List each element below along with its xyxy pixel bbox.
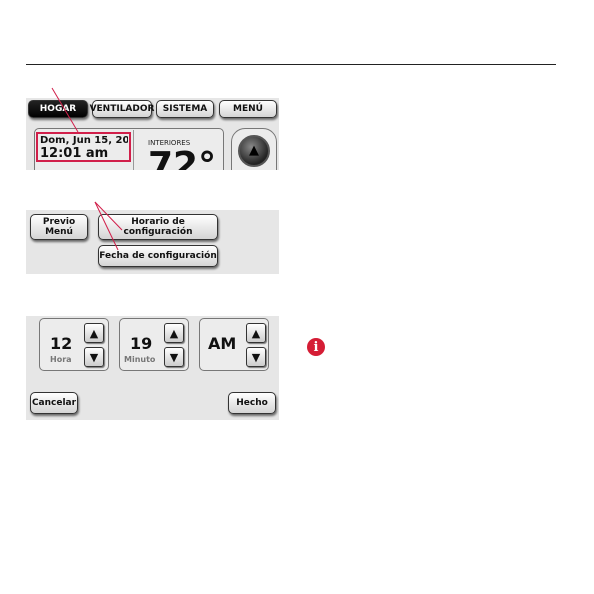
done-button[interactable]: Hecho — [228, 392, 276, 414]
minute-value: 19 — [130, 334, 153, 353]
set-time-screen: 12 Hora ▲ ▼ 19 Minuto ▲ ▼ AM ▲ ▼ Cancela… — [26, 316, 279, 420]
indoor-temperature: 72° — [148, 145, 217, 171]
arrow-up-icon: ▲ — [249, 143, 259, 158]
tab-menu[interactable]: MENÚ — [219, 100, 277, 118]
set-time-button[interactable]: Horario de configuración — [98, 214, 218, 240]
set-date-button[interactable]: Fecha de configuración — [98, 245, 218, 267]
card-divider — [133, 130, 134, 170]
arrow-down-icon: ▼ — [251, 350, 261, 364]
arrow-up-icon: ▲ — [251, 326, 261, 340]
ampm-up-button[interactable]: ▲ — [246, 323, 266, 343]
hour-down-button[interactable]: ▼ — [84, 347, 104, 367]
minute-field: 19 Minuto ▲ ▼ — [119, 318, 189, 371]
minute-down-button[interactable]: ▼ — [164, 347, 184, 367]
home-screen: HOGAR VENTILADOR SISTEMA MENÚ Dom, Jun 1… — [26, 98, 279, 170]
arrow-up-icon: ▲ — [169, 326, 179, 340]
ampm-field: AM ▲ ▼ — [199, 318, 269, 371]
callout-lines — [51, 87, 123, 251]
arrow-down-icon: ▼ — [169, 350, 179, 364]
hour-value: 12 — [50, 334, 73, 353]
ampm-value: AM — [208, 334, 237, 353]
minute-up-button[interactable]: ▲ — [164, 323, 184, 343]
tab-ventilador[interactable]: VENTILADOR — [90, 100, 154, 118]
header-rule — [26, 64, 556, 65]
previous-menu-button[interactable]: Previo Menú — [30, 214, 88, 240]
date-text: Dom, Jun 15, 2008 — [40, 135, 128, 146]
minute-label: Minuto — [124, 355, 156, 364]
time-text: 12:01 am — [40, 146, 109, 161]
settings-menu-screen: Previo Menú Horario de configuración Fec… — [26, 210, 279, 274]
info-icon: i — [307, 338, 325, 356]
hour-label: Hora — [50, 355, 72, 364]
hour-field: 12 Hora ▲ ▼ — [39, 318, 109, 371]
tab-hogar[interactable]: HOGAR — [28, 100, 88, 118]
arrow-up-icon: ▲ — [89, 326, 99, 340]
hour-up-button[interactable]: ▲ — [84, 323, 104, 343]
cancel-button[interactable]: Cancelar — [30, 392, 78, 414]
ampm-down-button[interactable]: ▼ — [246, 347, 266, 367]
temp-up-button[interactable]: ▲ — [238, 135, 270, 167]
tab-sistema[interactable]: SISTEMA — [156, 100, 214, 118]
arrow-down-icon: ▼ — [89, 350, 99, 364]
